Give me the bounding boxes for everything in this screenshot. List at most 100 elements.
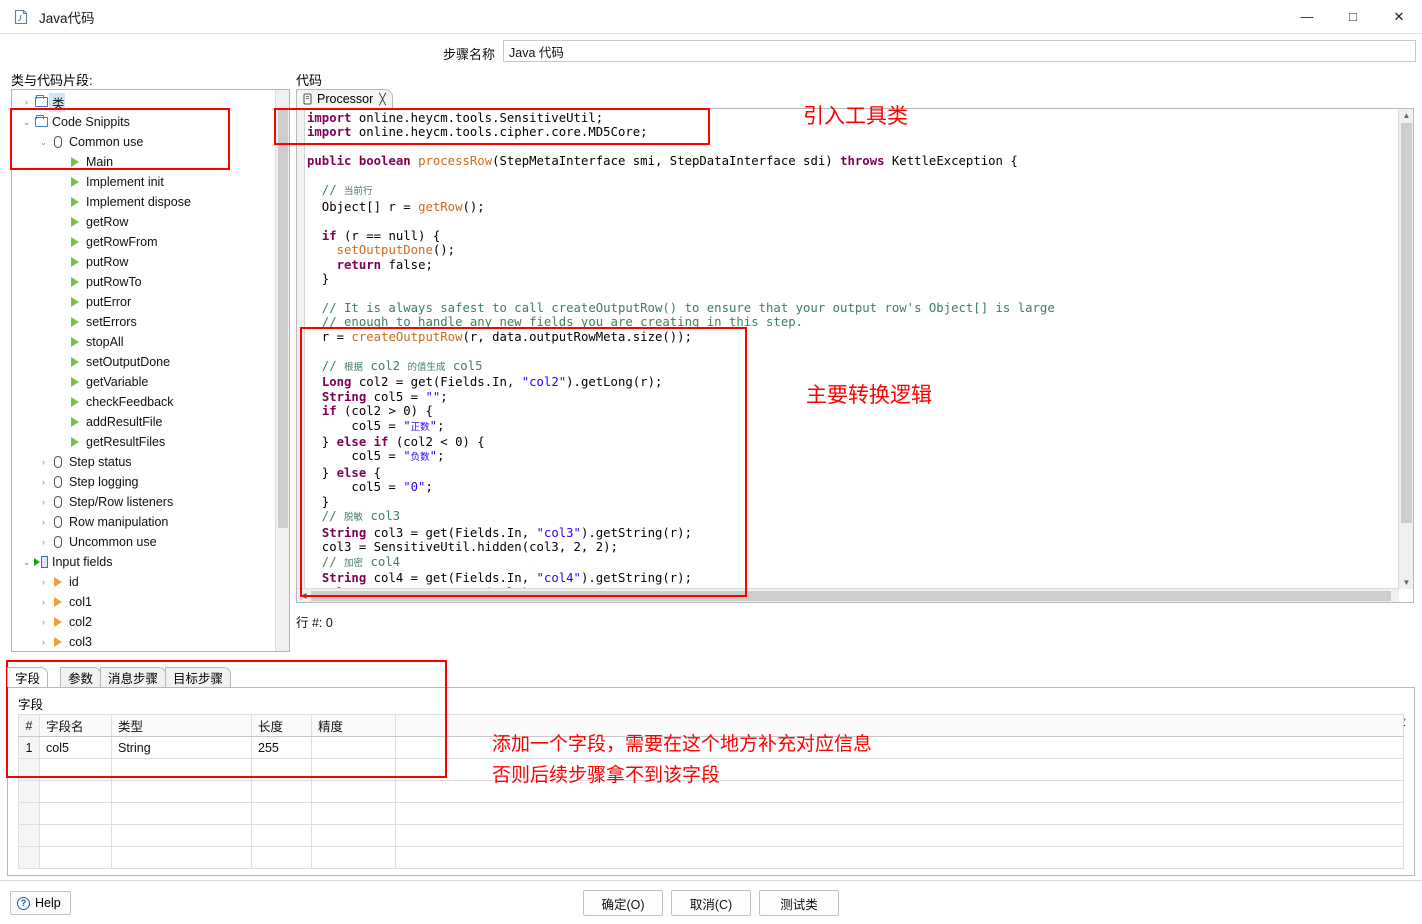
cell-empty[interactable] bbox=[252, 759, 312, 781]
maximize-button[interactable]: □ bbox=[1330, 0, 1376, 34]
help-button[interactable]: ? Help bbox=[10, 891, 71, 915]
cell-empty[interactable] bbox=[40, 803, 112, 825]
cell-empty[interactable] bbox=[396, 825, 1404, 847]
cell-precision[interactable] bbox=[312, 737, 396, 759]
cell-empty[interactable] bbox=[252, 781, 312, 803]
code-horizontal-scrollbar[interactable]: ◀ bbox=[297, 588, 1399, 602]
tree-item-step-logging[interactable]: ›Step logging bbox=[12, 472, 289, 492]
step-name-input[interactable] bbox=[503, 40, 1416, 62]
column-header[interactable]: # bbox=[19, 715, 40, 737]
tree-item-step-row-listeners[interactable]: ›Step/Row listeners bbox=[12, 492, 289, 512]
tree-item-col1[interactable]: ›col1 bbox=[12, 592, 289, 612]
cell-length[interactable]: 255 bbox=[252, 737, 312, 759]
tree-item-code-snippits[interactable]: ⌄Code Snippits bbox=[12, 112, 289, 132]
tree-item-setoutputdone[interactable]: setOutputDone bbox=[12, 352, 289, 372]
code-text-area[interactable]: import online.heycm.tools.SensitiveUtil;… bbox=[296, 108, 1414, 603]
notebook-tab-0[interactable]: 字段 bbox=[7, 667, 48, 687]
tree-item-step-status[interactable]: ›Step status bbox=[12, 452, 289, 472]
tree-item-uncommon-use[interactable]: ›Uncommon use bbox=[12, 532, 289, 552]
tree-item-col2[interactable]: ›col2 bbox=[12, 612, 289, 632]
cancel-button[interactable]: 取消(C) bbox=[671, 890, 751, 916]
column-header[interactable]: 精度 bbox=[312, 715, 396, 737]
column-header[interactable]: 类型 bbox=[112, 715, 252, 737]
chevron-right-icon[interactable]: › bbox=[37, 477, 50, 487]
cell-empty[interactable] bbox=[19, 803, 40, 825]
code-vscroll-thumb[interactable] bbox=[1401, 123, 1412, 523]
tree-item-implement-init[interactable]: Implement init bbox=[12, 172, 289, 192]
cell-empty[interactable] bbox=[40, 825, 112, 847]
table-row-empty[interactable] bbox=[19, 847, 1404, 869]
cell-empty[interactable] bbox=[312, 825, 396, 847]
tree-item-addresultfile[interactable]: addResultFile bbox=[12, 412, 289, 432]
table-row-empty[interactable] bbox=[19, 803, 1404, 825]
tree-item-getrow[interactable]: getRow bbox=[12, 212, 289, 232]
code-content[interactable]: import online.heycm.tools.SensitiveUtil;… bbox=[307, 111, 1055, 603]
cell-empty[interactable] bbox=[112, 759, 252, 781]
chevron-right-icon[interactable]: › bbox=[37, 577, 50, 587]
test-class-button[interactable]: 测试类 bbox=[759, 890, 839, 916]
cell-empty[interactable] bbox=[112, 847, 252, 869]
chevron-right-icon[interactable]: › bbox=[20, 97, 33, 107]
notebook-tab-2[interactable]: 消息步骤 bbox=[100, 667, 166, 687]
tree-item-input-fields[interactable]: ⌄Input fields bbox=[12, 552, 289, 572]
chevron-right-icon[interactable]: › bbox=[37, 637, 50, 647]
scroll-up-icon[interactable]: ▲ bbox=[1400, 109, 1413, 122]
tree-item-common-use[interactable]: ⌄Common use bbox=[12, 132, 289, 152]
cell-empty[interactable] bbox=[40, 759, 112, 781]
cell-empty[interactable] bbox=[19, 781, 40, 803]
chevron-right-icon[interactable]: › bbox=[37, 457, 50, 467]
cell-empty[interactable] bbox=[252, 847, 312, 869]
cell-empty[interactable] bbox=[312, 847, 396, 869]
tree-item-putrowto[interactable]: putRowTo bbox=[12, 272, 289, 292]
cell-empty[interactable] bbox=[19, 759, 40, 781]
cell-empty[interactable] bbox=[112, 825, 252, 847]
chevron-right-icon[interactable]: › bbox=[37, 497, 50, 507]
cell-empty[interactable] bbox=[312, 759, 396, 781]
cell-empty[interactable] bbox=[312, 781, 396, 803]
cell-empty[interactable] bbox=[396, 803, 1404, 825]
chevron-down-icon[interactable]: ⌄ bbox=[20, 117, 33, 128]
tree-vertical-scrollbar[interactable] bbox=[275, 90, 289, 651]
tree-item-getrowfrom[interactable]: getRowFrom bbox=[12, 232, 289, 252]
tab-processor[interactable]: Processor ╳ bbox=[296, 89, 393, 108]
tree-item-implement-dispose[interactable]: Implement dispose bbox=[12, 192, 289, 212]
code-vertical-scrollbar[interactable]: ▲ ▼ bbox=[1398, 109, 1413, 589]
cell-empty[interactable] bbox=[19, 847, 40, 869]
tree-item--[interactable]: ›类 bbox=[12, 92, 289, 112]
cell-type[interactable]: String bbox=[112, 737, 252, 759]
chevron-right-icon[interactable]: › bbox=[37, 597, 50, 607]
cell-empty[interactable] bbox=[112, 803, 252, 825]
close-button[interactable]: ✕ bbox=[1376, 0, 1422, 34]
tree-item-id[interactable]: ›id bbox=[12, 572, 289, 592]
chevron-down-icon[interactable]: ⌄ bbox=[37, 137, 50, 148]
notebook-tab-3[interactable]: 目标步骤 bbox=[165, 667, 231, 687]
table-row-empty[interactable] bbox=[19, 825, 1404, 847]
chevron-right-icon[interactable]: › bbox=[37, 517, 50, 527]
scroll-left-icon[interactable]: ◀ bbox=[297, 589, 310, 602]
cell-empty[interactable] bbox=[252, 803, 312, 825]
chevron-down-icon[interactable]: ⌄ bbox=[20, 557, 33, 568]
tree-item-row-manipulation[interactable]: ›Row manipulation bbox=[12, 512, 289, 532]
tree-item-stopall[interactable]: stopAll bbox=[12, 332, 289, 352]
column-header[interactable]: 长度 bbox=[252, 715, 312, 737]
ok-button[interactable]: 确定(O) bbox=[583, 890, 663, 916]
tree-item-seterrors[interactable]: setErrors bbox=[12, 312, 289, 332]
cell-empty[interactable] bbox=[252, 825, 312, 847]
minimize-button[interactable]: — bbox=[1284, 0, 1330, 34]
close-icon[interactable]: ╳ bbox=[379, 93, 386, 106]
tree-item-puterror[interactable]: putError bbox=[12, 292, 289, 312]
cell-empty[interactable] bbox=[396, 847, 1404, 869]
cell-name[interactable]: col5 bbox=[40, 737, 112, 759]
cell-empty[interactable] bbox=[112, 781, 252, 803]
cell-empty[interactable] bbox=[40, 781, 112, 803]
cell-empty[interactable] bbox=[19, 825, 40, 847]
cell-empty[interactable] bbox=[312, 803, 396, 825]
column-header[interactable]: 字段名 bbox=[40, 715, 112, 737]
code-hscroll-thumb[interactable] bbox=[311, 591, 1391, 601]
class-snippets-tree[interactable]: ›类⌄Code Snippits⌄Common useMainImplement… bbox=[11, 89, 290, 652]
tree-scroll-thumb[interactable] bbox=[278, 108, 288, 528]
cell-num[interactable]: 1 bbox=[19, 737, 40, 759]
tree-item-col3[interactable]: ›col3 bbox=[12, 632, 289, 652]
chevron-right-icon[interactable]: › bbox=[37, 537, 50, 547]
cell-empty[interactable] bbox=[40, 847, 112, 869]
